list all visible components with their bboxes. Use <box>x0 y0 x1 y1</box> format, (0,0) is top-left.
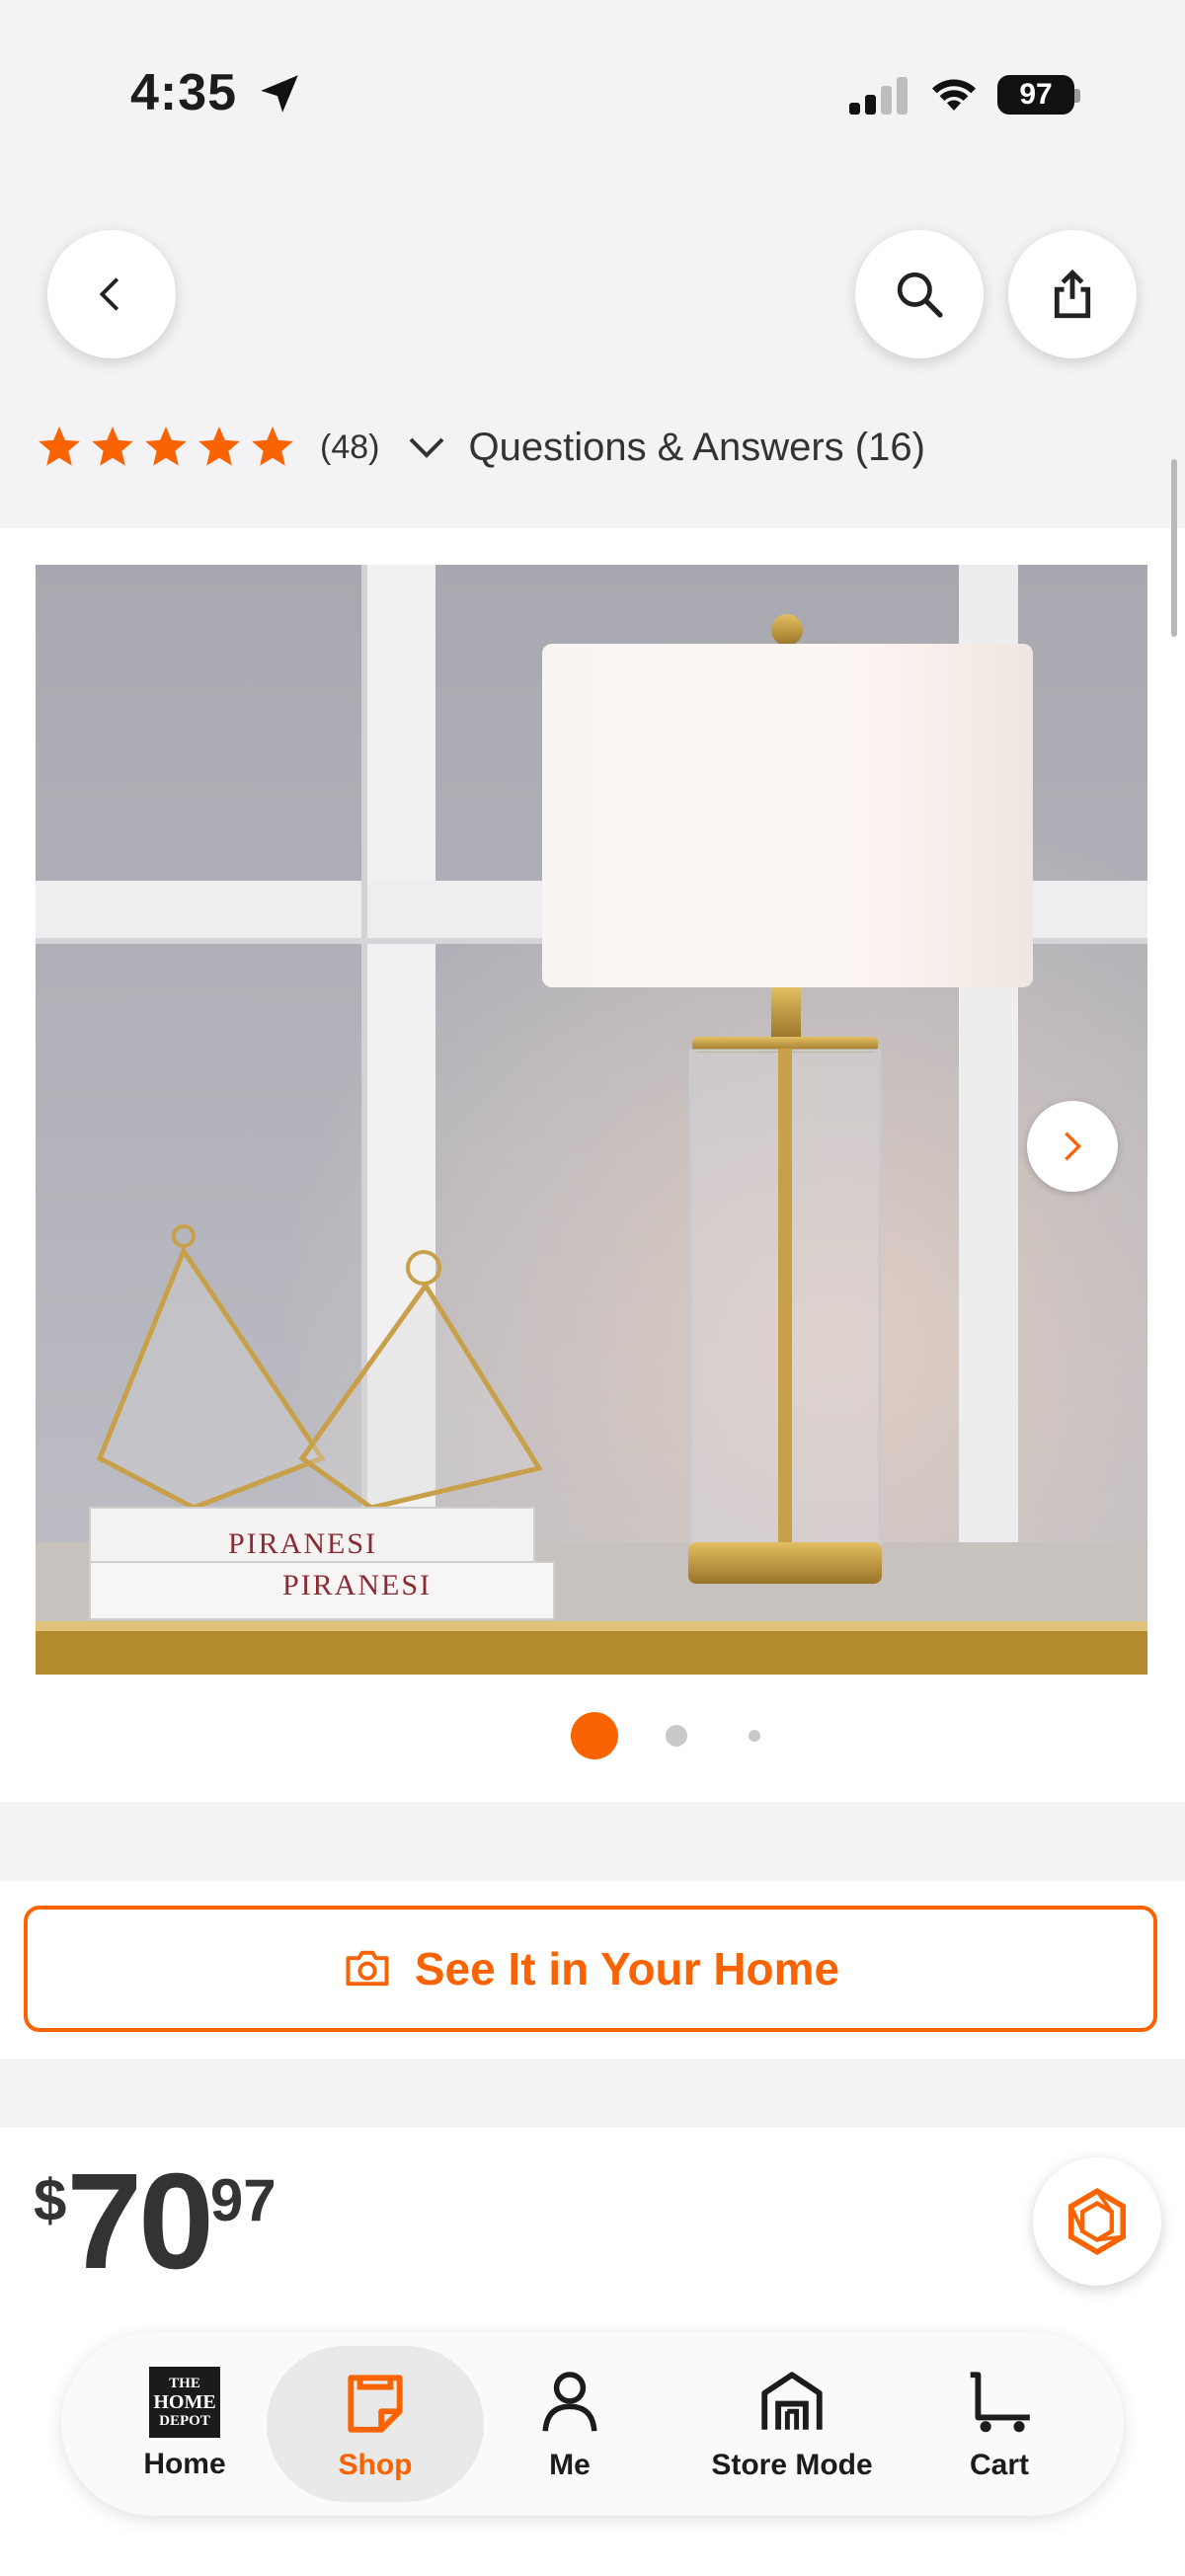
cart-icon <box>970 2372 1030 2433</box>
location-arrow-icon <box>261 75 298 113</box>
person-icon <box>542 2372 597 2432</box>
search-button[interactable] <box>855 230 984 358</box>
price-currency: $ <box>34 2167 67 2233</box>
battery-tip <box>1074 89 1080 103</box>
chevron-down-icon[interactable] <box>403 424 450 471</box>
price-cents: 97 <box>209 2167 276 2233</box>
share-icon <box>1054 269 1091 319</box>
nav-home[interactable]: THE HOME DEPOT Home <box>101 2332 269 2516</box>
product-price: $ 70 97 <box>34 2152 276 2291</box>
nav-label: Home <box>143 2448 226 2480</box>
chevron-left-icon <box>99 277 119 311</box>
cellular-signal-icon <box>849 77 908 115</box>
chevron-right-icon <box>1065 1132 1082 1161</box>
camera-icon <box>346 1950 389 1987</box>
star-icon <box>145 427 187 466</box>
book-title: PIRANESI <box>282 1569 433 1601</box>
nav-label: Me <box>549 2449 591 2481</box>
rating-row[interactable]: (48) Questions & Answers (16) <box>36 415 925 480</box>
bottom-nav: THE HOME DEPOT Home Shop Me Store Mode C… <box>61 2332 1124 2516</box>
shop-bag-icon <box>348 2375 403 2433</box>
nav-label: Store Mode <box>711 2449 873 2481</box>
star-icon <box>198 427 240 466</box>
hexagon-assistant-icon <box>1068 2187 1126 2256</box>
battery-indicator: 97 <box>997 75 1074 115</box>
book-title: PIRANESI <box>228 1527 378 1560</box>
price-dollars: 70 <box>66 2146 213 2298</box>
gallery-dot-active[interactable] <box>571 1712 618 1759</box>
scrollbar[interactable] <box>1171 459 1177 637</box>
nav-label: Cart <box>969 2449 1029 2481</box>
nav-store-mode[interactable]: Store Mode <box>673 2332 910 2516</box>
gallery-dot[interactable] <box>666 1725 687 1747</box>
nav-cart[interactable]: Cart <box>930 2332 1068 2516</box>
store-icon <box>761 2372 823 2430</box>
status-time: 4:35 <box>130 64 238 121</box>
nav-label: Shop <box>338 2449 413 2481</box>
chat-assistant-button[interactable] <box>1033 2157 1161 2286</box>
see-it-label: See It in Your Home <box>414 1943 840 1994</box>
gallery-dot[interactable] <box>749 1730 760 1742</box>
back-button[interactable] <box>47 230 176 358</box>
share-button[interactable] <box>1008 230 1137 358</box>
home-depot-logo-icon: THE HOME DEPOT <box>149 2367 220 2438</box>
nav-me[interactable]: Me <box>496 2332 644 2516</box>
questions-answers-link[interactable]: Questions & Answers (16) <box>468 426 924 470</box>
wifi-icon <box>932 79 976 111</box>
see-it-in-your-home-button[interactable]: See It in Your Home <box>24 1906 1157 2032</box>
product-photo <box>36 565 1147 1675</box>
star-icon <box>39 427 80 466</box>
star-icon <box>252 427 293 466</box>
nav-shop[interactable]: Shop <box>272 2332 479 2516</box>
star-icon <box>92 427 133 466</box>
next-image-button[interactable] <box>1027 1101 1118 1192</box>
rating-count[interactable]: (48) <box>320 429 379 467</box>
search-icon <box>897 272 943 318</box>
product-image[interactable]: PIRANESI PIRANESI <box>36 565 1147 1675</box>
